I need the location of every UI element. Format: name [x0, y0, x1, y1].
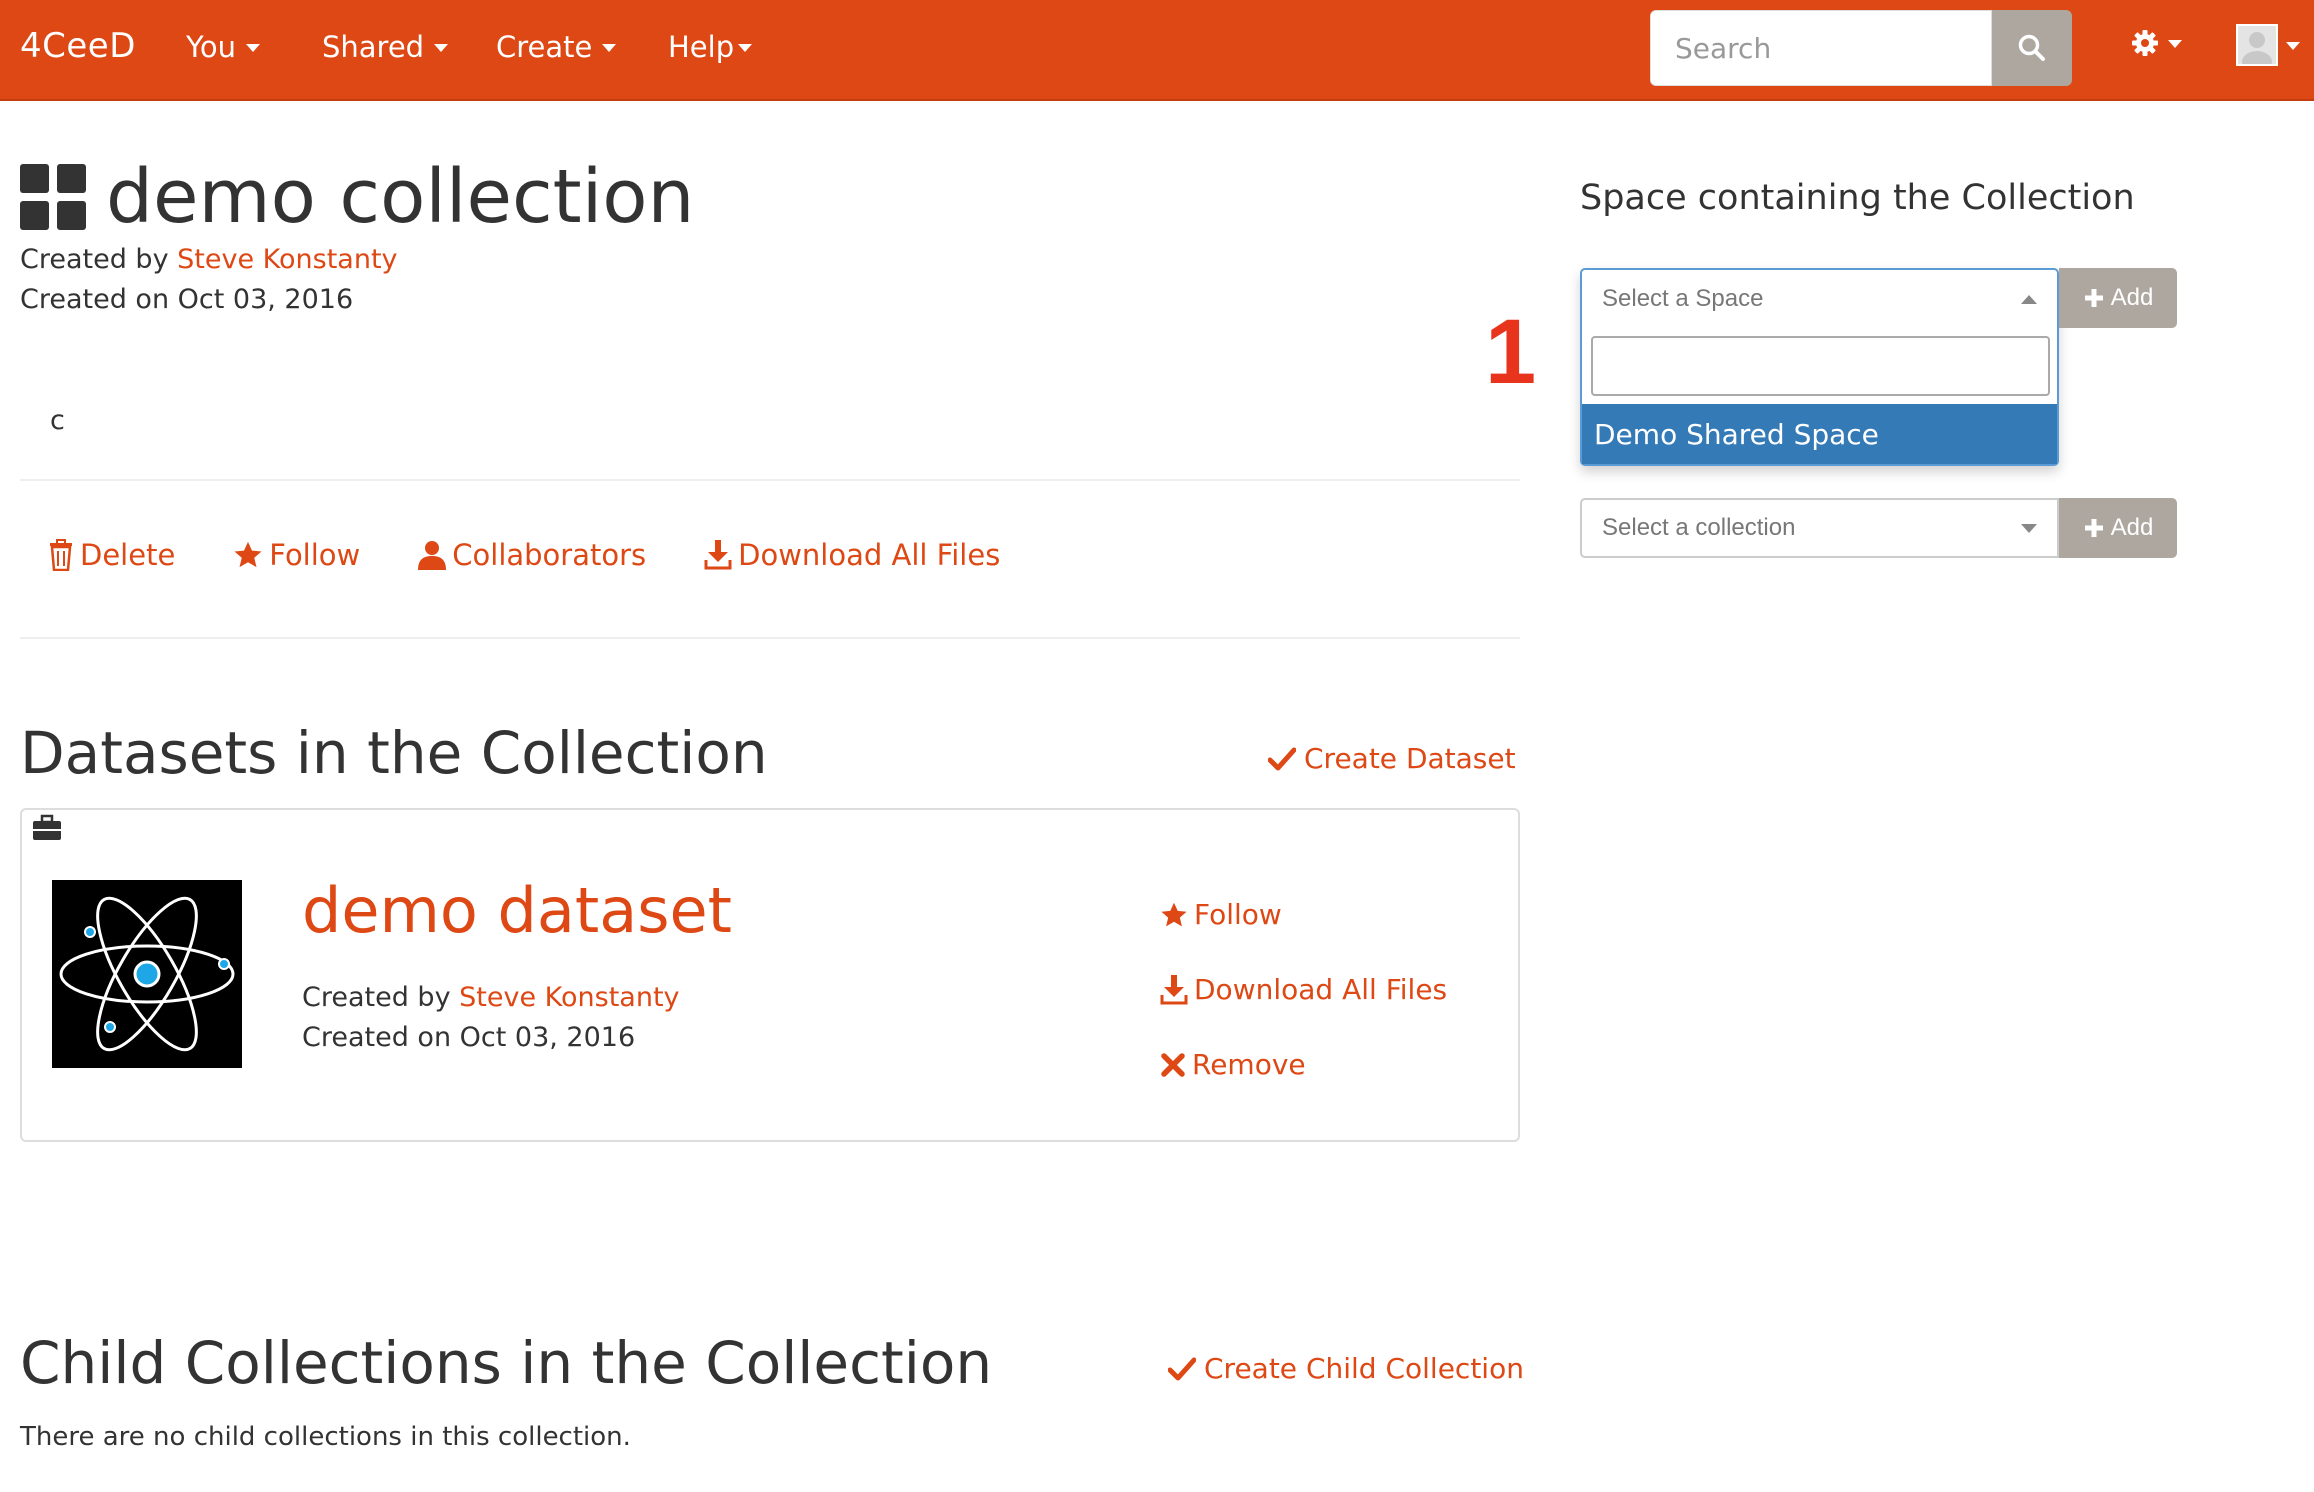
nav-menu-create-label: Create [496, 30, 593, 64]
dataset-thumbnail[interactable] [52, 880, 242, 1068]
collection-select[interactable]: Select a collection [1580, 498, 2059, 558]
space-select-dropdown[interactable]: Select a Space Demo Shared Space [1580, 268, 2059, 466]
nav-menu-create[interactable]: Create [496, 30, 617, 64]
dataset-actions: Follow Download All Files Remove [1160, 898, 1447, 1081]
chevron-down-icon [434, 44, 449, 52]
plus-icon [2084, 519, 2103, 537]
nav-menu-you[interactable]: You [186, 30, 260, 64]
create-dataset-link[interactable]: Create Dataset [1268, 742, 1516, 775]
dataset-download-label: Download All Files [1194, 973, 1448, 1006]
create-dataset-label: Create Dataset [1304, 742, 1516, 775]
divider [20, 637, 1520, 639]
user-icon [418, 541, 447, 570]
checkmark-icon [1268, 747, 1296, 770]
chevron-down-icon [246, 44, 260, 52]
follow-label: Follow [269, 538, 361, 572]
star-icon [234, 541, 262, 568]
search-icon [2018, 34, 2045, 61]
divider [20, 479, 1520, 481]
download-icon [704, 540, 732, 570]
star-icon [1161, 902, 1187, 926]
collection-actions: Delete Follow Collaborators Download All… [48, 538, 1000, 572]
create-child-collection-link[interactable]: Create Child Collection [1168, 1352, 1524, 1385]
dataset-follow-label: Follow [1194, 898, 1282, 931]
add-space-label: Add [2110, 284, 2154, 311]
create-child-collection-label: Create Child Collection [1204, 1352, 1524, 1385]
dataset-remove-button[interactable]: Remove [1160, 1048, 1447, 1081]
step-annotation: 1 [1485, 301, 1537, 403]
collection-select-placeholder: Select a collection [1602, 514, 1796, 541]
brand-logo[interactable]: 4CeeD [20, 26, 136, 66]
follow-button[interactable]: Follow [233, 538, 360, 572]
download-all-label: Download All Files [738, 538, 1001, 572]
nav-menu-you-label: You [186, 30, 236, 64]
datasets-heading: Datasets in the Collection [20, 719, 768, 787]
search-box [1650, 10, 1992, 86]
plus-icon [2084, 289, 2103, 307]
author-link[interactable]: Steve Konstanty [177, 244, 397, 275]
nav-menu-shared[interactable]: Shared [322, 30, 449, 64]
dataset-title-link[interactable]: demo dataset [302, 880, 732, 942]
child-collections-heading: Child Collections in the Collection [20, 1329, 993, 1397]
space-select-placeholder: Select a Space [1602, 285, 1764, 312]
add-collection-button[interactable]: Add [2059, 498, 2177, 558]
created-by-label: Created by [20, 244, 169, 275]
add-space-button[interactable]: Add [2059, 268, 2177, 328]
dataset-card: demo dataset Created by Steve Konstanty … [20, 808, 1520, 1142]
nav-menu-help[interactable]: Help [668, 30, 753, 64]
user-menu[interactable] [2236, 24, 2300, 66]
empty-child-collections-text: There are no child collections in this c… [20, 1422, 631, 1452]
delete-label: Delete [80, 538, 176, 572]
space-search-input[interactable] [1591, 336, 2050, 396]
page-title: demo collection [106, 154, 695, 240]
settings-menu[interactable] [2130, 28, 2182, 58]
sidebar-title: Space containing the Collection [1580, 178, 2135, 218]
nav-menu-shared-label: Shared [322, 30, 425, 64]
search-input[interactable] [1651, 11, 1991, 85]
delete-button[interactable]: Delete [48, 538, 175, 572]
avatar [2236, 24, 2278, 66]
download-all-button[interactable]: Download All Files [704, 538, 1000, 572]
space-select-head[interactable]: Select a Space [1582, 270, 2057, 328]
user-silhouette-icon [2242, 32, 2272, 64]
briefcase-icon [33, 814, 61, 840]
space-option[interactable]: Demo Shared Space [1582, 404, 2057, 464]
download-icon [1160, 974, 1188, 1004]
dataset-remove-label: Remove [1192, 1048, 1306, 1081]
dataset-author-link[interactable]: Steve Konstanty [459, 982, 679, 1013]
collaborators-label: Collaborators [452, 538, 647, 572]
dataset-download-button[interactable]: Download All Files [1160, 973, 1447, 1006]
chevron-down-icon [2168, 40, 2182, 48]
nav-menu-help-label: Help [668, 30, 735, 64]
created-on-text: Created on Oct 03, 2016 [20, 284, 354, 315]
chevron-up-icon [2021, 294, 2037, 304]
chevron-down-icon [602, 44, 617, 52]
dataset-created-by-line: Created by Steve Konstanty [302, 982, 680, 1013]
collection-grid-icon [20, 164, 86, 230]
collaborators-button[interactable]: Collaborators [418, 538, 646, 572]
collection-description: c [50, 405, 65, 436]
gear-icon [2132, 30, 2158, 56]
search-button[interactable] [1992, 10, 2072, 86]
dataset-created-by-label: Created by [302, 982, 451, 1013]
checkmark-icon [1168, 1357, 1196, 1380]
collection-header: demo collection [20, 160, 694, 234]
close-icon [1161, 1052, 1185, 1077]
chevron-down-icon [2286, 42, 2300, 50]
created-by-line: Created by Steve Konstanty [20, 244, 398, 275]
trash-icon [50, 539, 72, 571]
add-collection-label: Add [2110, 514, 2154, 541]
dataset-created-on-text: Created on Oct 03, 2016 [302, 1022, 636, 1053]
chevron-down-icon [738, 44, 753, 52]
top-navbar: 4CeeD You Shared Create Help [0, 0, 2314, 101]
dataset-follow-button[interactable]: Follow [1160, 898, 1447, 931]
chevron-down-icon [2021, 523, 2037, 533]
atom-icon [59, 896, 235, 1052]
